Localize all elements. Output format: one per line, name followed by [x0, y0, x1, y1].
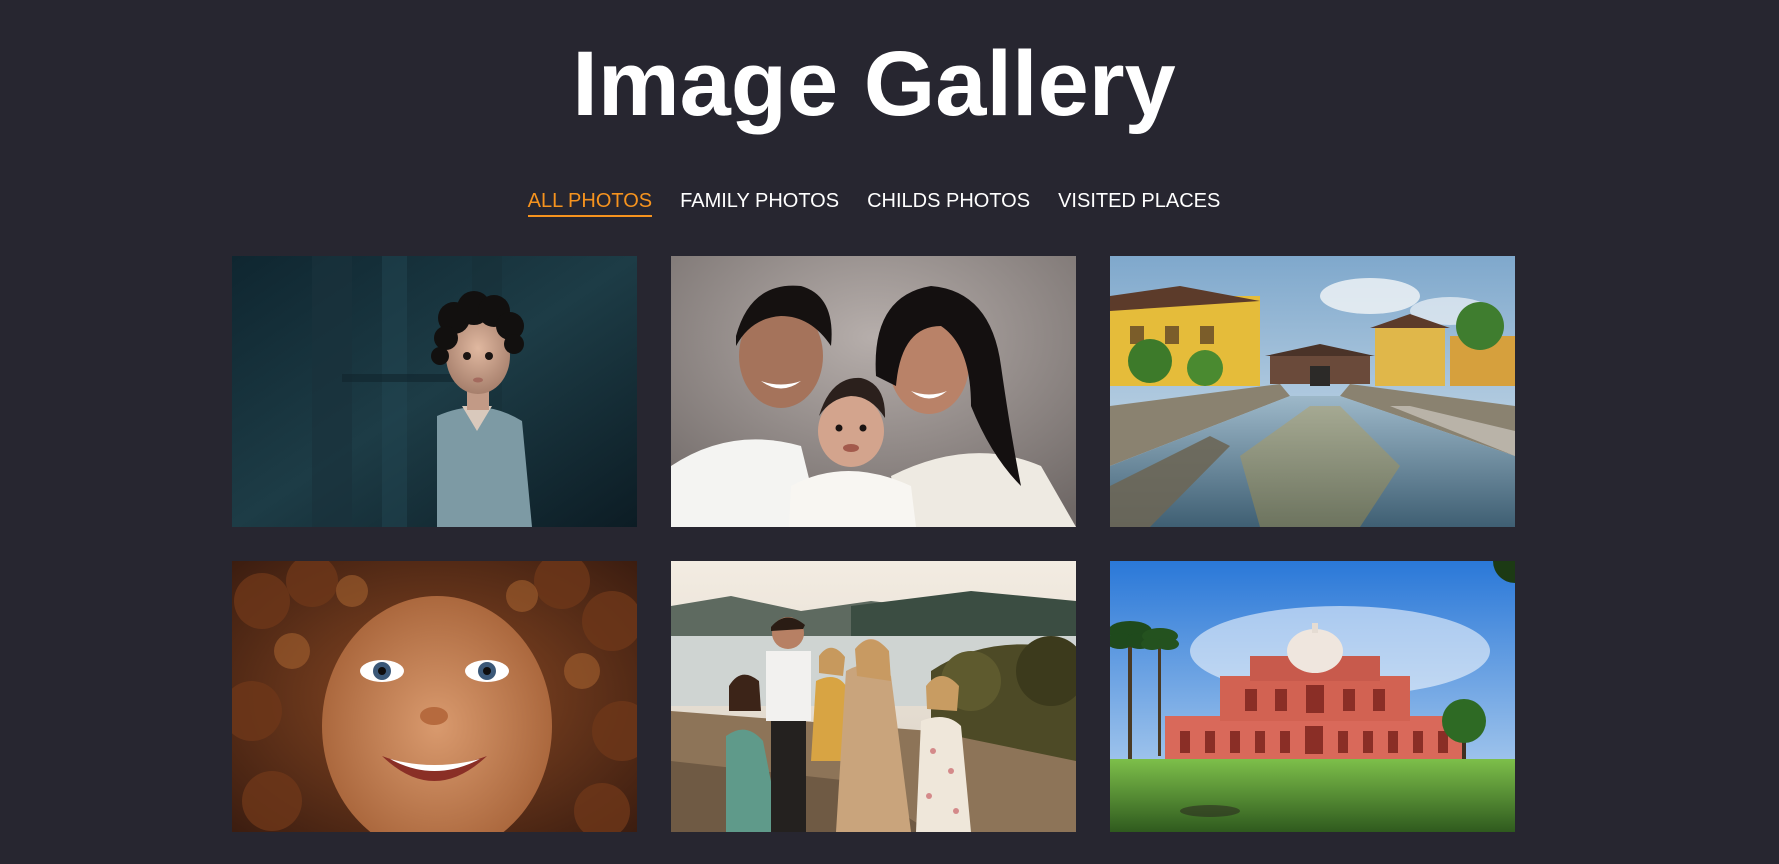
gallery-photo-child-curly[interactable]	[232, 256, 637, 527]
filter-all-photos[interactable]: ALL PHOTOS	[527, 188, 653, 217]
page: Image Gallery ALL PHOTOS FAMILY PHOTOS C…	[0, 0, 1779, 864]
gallery-photo-smiling-child[interactable]	[232, 561, 637, 832]
filter-childs-photos[interactable]: CHILDS PHOTOS	[867, 188, 1030, 217]
filter-nav: ALL PHOTOS FAMILY PHOTOS CHILDS PHOTOS V…	[0, 188, 1748, 217]
filter-visited-places[interactable]: VISITED PLACES	[1058, 188, 1220, 217]
canal-bridge-town-image	[1110, 256, 1515, 527]
smiling-curly-child-image	[232, 561, 637, 832]
filter-family-photos[interactable]: FAMILY PHOTOS	[680, 188, 839, 217]
gallery-photo-family-portrait[interactable]	[671, 256, 1076, 527]
gallery-photo-canal-town[interactable]	[1110, 256, 1515, 527]
page-title: Image Gallery	[572, 33, 1176, 135]
child-curly-hair-image	[232, 256, 637, 527]
photo-grid	[232, 256, 1515, 832]
family-portrait-image	[671, 256, 1076, 527]
domed-monument-image	[1110, 561, 1515, 832]
family-lakeside-image	[671, 561, 1076, 832]
gallery-photo-monument[interactable]	[1110, 561, 1515, 832]
gallery-photo-family-lakeside[interactable]	[671, 561, 1076, 832]
